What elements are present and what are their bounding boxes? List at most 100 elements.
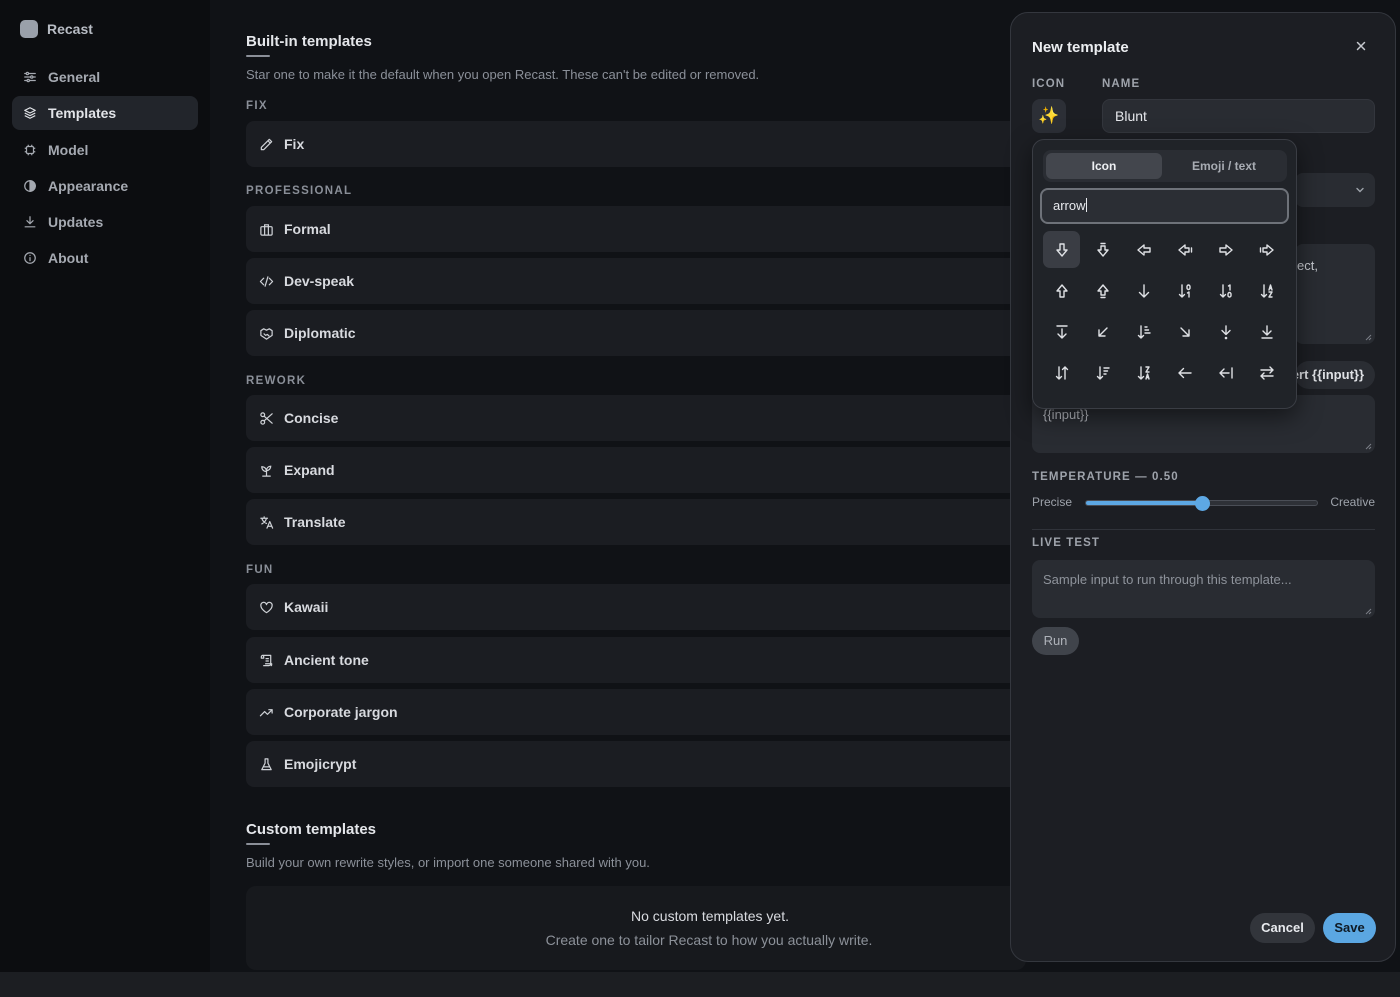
sidebar-item-label: Updates [48, 214, 104, 231]
template-row-formal[interactable]: Formal [246, 206, 1026, 252]
arrow-down-icon [1138, 283, 1149, 298]
live-test-label: LIVE TEST [1032, 537, 1101, 549]
icon-picker-button[interactable]: ✨ [1032, 99, 1066, 133]
icon-option[interactable] [1043, 354, 1080, 391]
custom-templates-empty-state: No custom templates yet. Create one to t… [246, 886, 1026, 970]
precise-label: Precise [1032, 495, 1073, 509]
prompt-text-fragment: ect, [1297, 258, 1318, 273]
template-row-dev-speak[interactable]: Dev-speak [246, 258, 1026, 304]
insert-input-button[interactable]: Insert {{input}} [1295, 361, 1375, 389]
icon-option[interactable] [1166, 272, 1203, 309]
download-icon [24, 216, 36, 228]
icon-search-input[interactable]: arrow [1040, 188, 1289, 224]
info-icon [24, 252, 36, 265]
template-label: Dev-speak [284, 273, 355, 289]
builtin-templates-description: Star one to make it the default when you… [246, 67, 760, 82]
sidebar-item-templates[interactable]: Templates [12, 96, 198, 131]
contrast-icon [24, 180, 36, 192]
tab-icon[interactable]: Icon [1046, 153, 1162, 179]
icon-option[interactable] [1248, 354, 1285, 391]
template-row-kawaii[interactable]: Kawaii [246, 584, 1026, 630]
icon-option[interactable] [1207, 272, 1244, 309]
icon-option[interactable] [1043, 272, 1080, 309]
arrow-big-right-dash-icon [1259, 243, 1274, 256]
app-name: Recast [47, 21, 93, 37]
icon-option[interactable] [1125, 272, 1162, 309]
sidebar-item-label: General [48, 69, 101, 85]
sidebar-item-about[interactable]: About [12, 241, 198, 275]
icon-option[interactable] [1084, 313, 1121, 350]
arrow-left-from-line-icon [1218, 366, 1233, 379]
template-row-ancient-tone[interactable]: Ancient tone [246, 637, 1026, 683]
dialog-title: New template [1032, 39, 1129, 56]
icon-option[interactable] [1207, 313, 1244, 350]
icon-option[interactable] [1125, 231, 1162, 268]
arrow-down-narrow-wide-icon [1137, 324, 1151, 339]
icon-option[interactable] [1084, 354, 1121, 391]
sidebar: Recast General Templates Model Appearanc… [0, 0, 210, 972]
sidebar-item-general[interactable]: General [12, 60, 198, 94]
flask-icon [261, 757, 272, 770]
icon-option[interactable] [1043, 231, 1080, 268]
icon-option[interactable] [1084, 272, 1121, 309]
model-select[interactable] [1295, 173, 1375, 207]
template-row-expand[interactable]: Expand [246, 447, 1026, 493]
tab-emoji-text[interactable]: Emoji / text [1165, 153, 1283, 179]
icon-option[interactable] [1248, 313, 1285, 350]
icon-option[interactable] [1043, 313, 1080, 350]
template-row-diplomatic[interactable]: Diplomatic [246, 310, 1026, 356]
sample-input-textarea[interactable]: Sample input to run through this templat… [1032, 560, 1375, 618]
template-row-corporate-jargon[interactable]: Corporate jargon [246, 689, 1026, 735]
arrow-big-down-dash-icon [1096, 242, 1109, 257]
empty-state-subtitle: Create one to tailor Recast to how you a… [545, 932, 873, 948]
arrow-down-z-a-icon [1137, 365, 1150, 380]
icon-picker-popover: Icon Emoji / text arrow [1032, 139, 1297, 409]
template-row-concise[interactable]: Concise [246, 395, 1026, 441]
temperature-label: TEMPERATURE — 0.50 [1032, 471, 1179, 483]
close-icon[interactable] [1354, 39, 1368, 53]
arrow-down-1-0-icon [1219, 283, 1232, 298]
icon-option[interactable] [1166, 231, 1203, 268]
template-label: Corporate jargon [284, 704, 398, 720]
template-label: Kawaii [284, 599, 329, 615]
icon-option[interactable] [1166, 354, 1203, 391]
sprout-icon [261, 465, 272, 477]
icon-option[interactable] [1248, 272, 1285, 309]
creative-label: Creative [1330, 495, 1375, 509]
icon-option[interactable] [1207, 231, 1244, 268]
prompt-textarea[interactable]: ect, [1295, 244, 1375, 344]
template-row-translate[interactable]: Translate [246, 499, 1026, 545]
sidebar-item-appearance[interactable]: Appearance [12, 169, 198, 203]
icon-option[interactable] [1125, 354, 1162, 391]
app-logo [20, 20, 38, 38]
arrow-big-up-dash-icon [1096, 283, 1109, 298]
chip-icon [24, 144, 36, 155]
run-button[interactable]: Run [1032, 627, 1079, 655]
name-field[interactable]: Blunt [1102, 99, 1375, 133]
save-button[interactable]: Save [1323, 913, 1376, 943]
icon-option[interactable] [1207, 354, 1244, 391]
group-label-rework: REWORK [246, 375, 307, 387]
temperature-slider[interactable] [1085, 496, 1318, 511]
template-label: Diplomatic [284, 325, 356, 341]
sidebar-item-model[interactable]: Model [12, 133, 198, 167]
scroll-icon [260, 654, 273, 666]
icon-option[interactable] [1166, 313, 1203, 350]
icon-mode-toggle: Icon Emoji / text [1043, 150, 1287, 182]
section-underline [246, 55, 270, 57]
icon-option[interactable] [1248, 231, 1285, 268]
template-row-emojicrypt[interactable]: Emojicrypt [246, 741, 1026, 787]
sidebar-item-updates[interactable]: Updates [12, 205, 198, 239]
arrow-down-left-icon [1097, 326, 1108, 337]
icon-option[interactable] [1125, 313, 1162, 350]
group-label-fix: FIX [246, 100, 268, 112]
cancel-button[interactable]: Cancel [1250, 913, 1315, 943]
template-label: Formal [284, 221, 331, 237]
arrow-big-left-icon [1136, 243, 1151, 256]
icon-option[interactable] [1084, 231, 1121, 268]
slider-fill [1086, 501, 1202, 505]
arrow-left-right-icon [1259, 365, 1274, 380]
template-row-fix[interactable]: Fix [246, 121, 1026, 167]
slider-thumb[interactable] [1194, 496, 1210, 511]
template-label: Translate [284, 514, 346, 530]
